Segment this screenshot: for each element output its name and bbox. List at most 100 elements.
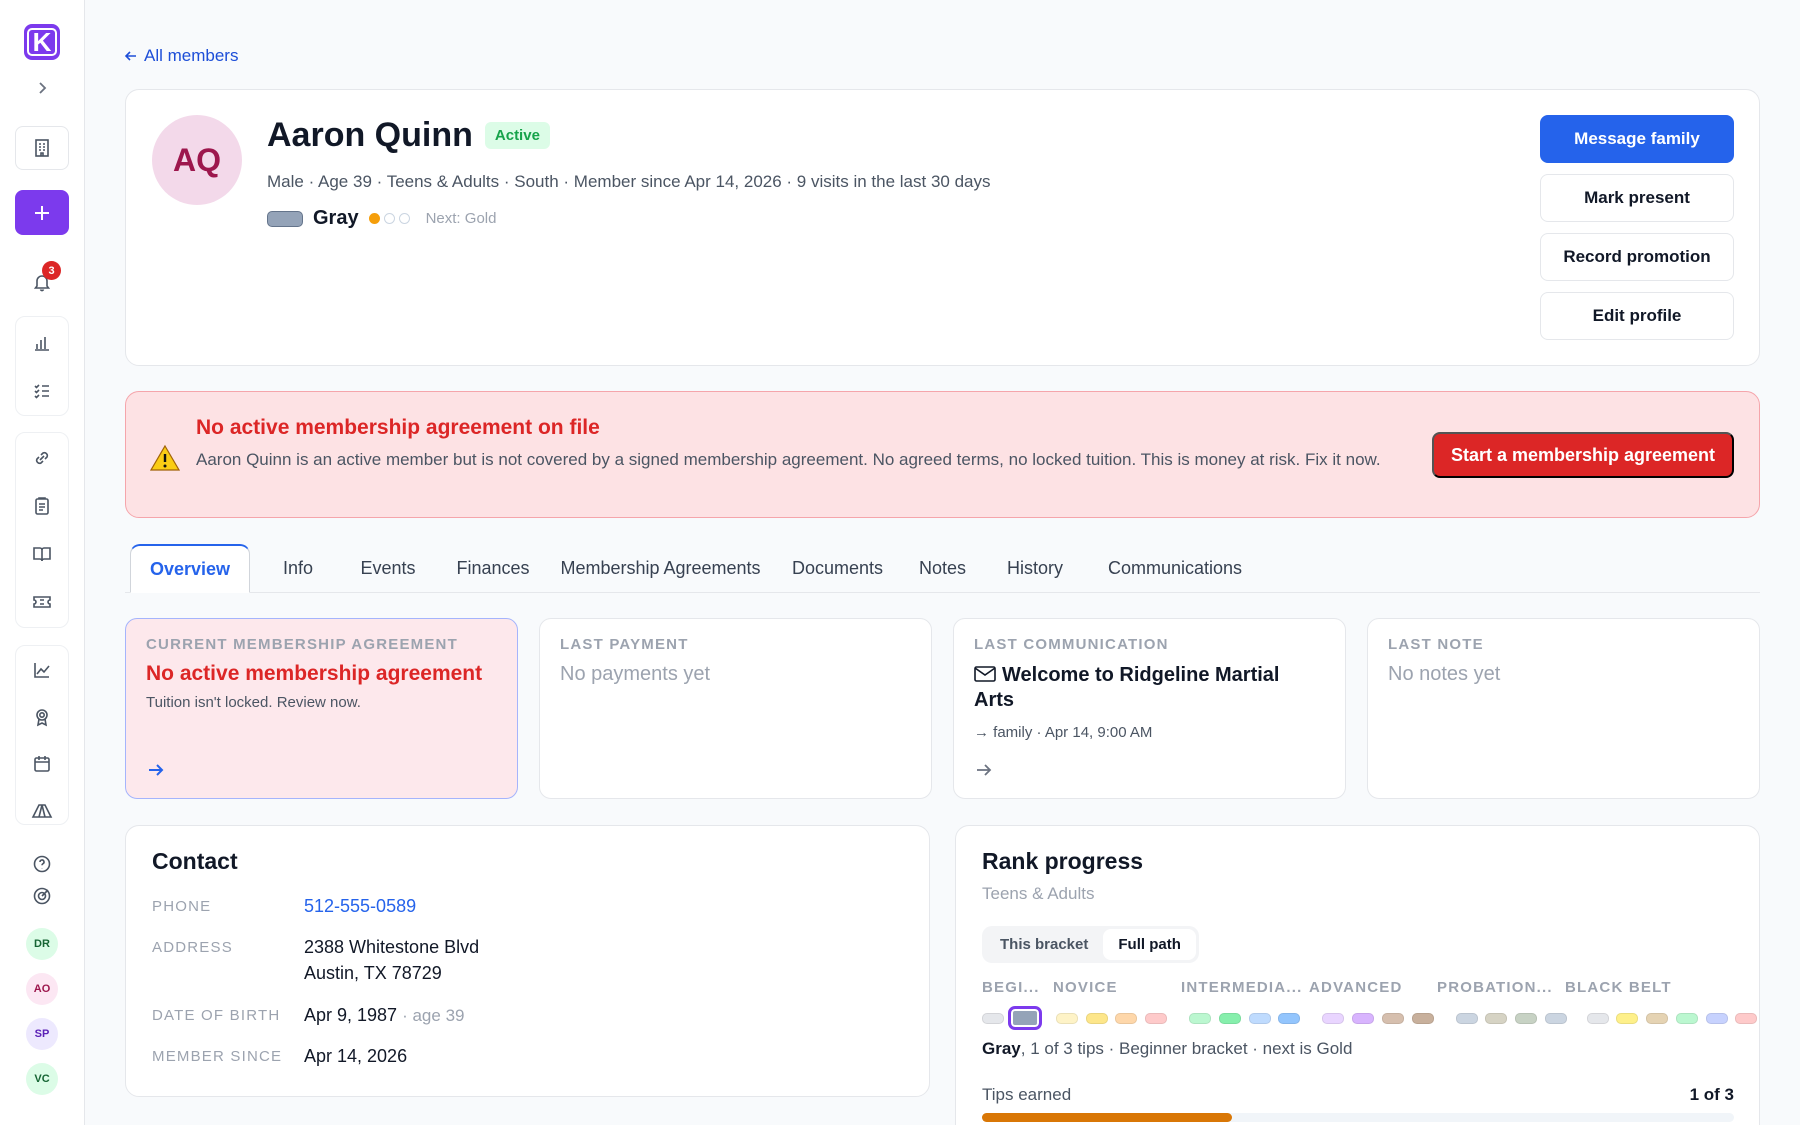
link-icon[interactable] (28, 444, 56, 472)
message-family-button[interactable]: Message family (1540, 115, 1734, 163)
record-promotion-button[interactable]: Record promotion (1540, 233, 1734, 281)
belt-pill[interactable] (1411, 1013, 1434, 1024)
tips-row: Tips earned 1 of 3 (982, 1085, 1734, 1105)
belt-pill[interactable] (1278, 1013, 1301, 1024)
edit-profile-button[interactable]: Edit profile (1540, 292, 1734, 340)
profile-tabs: Overview Info Events Finances Membership… (125, 544, 1760, 593)
belt-pill[interactable] (1145, 1013, 1168, 1024)
card-subtitle: Tuition isn't locked. Review now. (146, 694, 361, 711)
card-label: LAST PAYMENT (560, 636, 689, 653)
checklist-icon[interactable] (28, 377, 56, 405)
dob-label: DATE OF BIRTH (152, 1007, 281, 1024)
belt-pill[interactable] (982, 1013, 1004, 1024)
start-agreement-button[interactable]: Start a membership agreement (1432, 432, 1734, 478)
card-label: CURRENT MEMBERSHIP AGREEMENT (146, 636, 458, 653)
belt-pill[interactable] (1735, 1013, 1758, 1024)
user-avatar[interactable]: AO (26, 973, 58, 1005)
belt-swatch (267, 210, 303, 227)
communication-meta: → family · Apr 14, 9:00 AM (974, 724, 1153, 741)
target-icon[interactable] (28, 882, 56, 910)
belt-pill[interactable] (1322, 1013, 1345, 1024)
bell-icon[interactable]: 3 (28, 261, 61, 296)
stage-label: INTERMEDIA... (1181, 979, 1303, 996)
tips-value: 1 of 3 (1689, 1085, 1734, 1104)
toggle-full-path[interactable]: Full path (1103, 929, 1196, 960)
belt-pill[interactable] (1586, 1013, 1609, 1024)
book-icon[interactable] (28, 540, 56, 568)
tab-history[interactable]: History (985, 544, 1085, 593)
payment-summary-card[interactable]: LAST PAYMENT No payments yet (539, 618, 932, 799)
building-icon[interactable] (15, 126, 69, 170)
tab-membership-agreements[interactable]: Membership Agreements (548, 544, 773, 593)
rank-progress-card: Rank progress Teens & Adults This bracke… (955, 825, 1760, 1125)
belt-pill[interactable] (1544, 1013, 1567, 1024)
warning-icon (150, 444, 180, 471)
address-line-2: Austin, TX 78729 (304, 963, 442, 983)
trend-chart-icon[interactable] (28, 656, 56, 684)
member-name: Aaron Quinn (267, 116, 473, 154)
arrow-right-icon[interactable] (146, 760, 166, 780)
stage-label: BLACK BELT (1565, 979, 1672, 996)
belt-pill[interactable] (1352, 1013, 1375, 1024)
tent-icon[interactable] (28, 797, 56, 825)
mark-present-button[interactable]: Mark present (1540, 174, 1734, 222)
user-avatar[interactable]: VC (26, 1063, 58, 1095)
belt-pill[interactable] (1381, 1013, 1404, 1024)
communication-title: Welcome to Ridgeline Martial Arts (974, 663, 1314, 713)
app: K 3 DR AO SP VC All members AQ Aaron Qui… (0, 0, 1800, 1125)
card-label: LAST COMMUNICATION (974, 636, 1169, 653)
belt-pill[interactable] (1646, 1013, 1669, 1024)
tab-documents[interactable]: Documents (775, 544, 900, 593)
back-link[interactable]: All members (124, 46, 238, 66)
belt-pill[interactable] (1616, 1013, 1639, 1024)
belt-pill[interactable] (1705, 1013, 1728, 1024)
belt-pill[interactable] (1515, 1013, 1538, 1024)
status-badge: Active (484, 122, 550, 149)
toggle-this-bracket[interactable]: This bracket (985, 929, 1103, 960)
calendar-icon[interactable] (28, 750, 56, 778)
bar-chart-icon[interactable] (28, 329, 56, 357)
help-icon[interactable] (28, 850, 56, 878)
communication-summary-card[interactable]: LAST COMMUNICATION Welcome to Ridgeline … (953, 618, 1346, 799)
belt-pill[interactable] (1115, 1013, 1138, 1024)
app-logo[interactable]: K (24, 24, 60, 60)
belt-pill[interactable] (1055, 1013, 1078, 1024)
tab-notes[interactable]: Notes (900, 544, 985, 593)
rank-status-name: Gray (982, 1039, 1021, 1058)
belt-pill[interactable] (1248, 1013, 1271, 1024)
tab-info[interactable]: Info (258, 544, 338, 593)
note-summary-card[interactable]: LAST NOTE No notes yet (1367, 618, 1760, 799)
tips-progress-fill (982, 1113, 1233, 1122)
current-belt-pill[interactable] (1008, 1006, 1043, 1030)
tab-finances[interactable]: Finances (438, 544, 548, 593)
belt-pill[interactable] (1455, 1013, 1478, 1024)
arrow-right-icon[interactable] (974, 760, 994, 780)
stage-label: BEGI... (982, 979, 1040, 996)
belt-pill[interactable] (1485, 1013, 1508, 1024)
add-button[interactable] (15, 190, 69, 235)
contact-title: Contact (152, 848, 238, 874)
rank-status-text: , 1 of 3 tips · Beginner bracket · next … (1020, 1039, 1353, 1058)
tips-label: Tips earned (982, 1085, 1072, 1104)
tab-events[interactable]: Events (338, 544, 438, 593)
belt-pill[interactable] (1189, 1013, 1212, 1024)
belt-pill[interactable] (1218, 1013, 1241, 1024)
user-avatar[interactable]: SP (26, 1018, 58, 1050)
stripe-dots (368, 213, 410, 224)
rank-status: Gray, 1 of 3 tips · Beginner bracket · n… (982, 1039, 1352, 1059)
belt-pill[interactable] (1085, 1013, 1108, 1024)
clipboard-icon[interactable] (28, 492, 56, 520)
phone-link[interactable]: 512-555-0589 (304, 893, 804, 919)
user-avatar[interactable]: DR (26, 928, 58, 960)
alert-text: Aaron Quinn is an active member but is n… (196, 450, 1381, 469)
expand-sidebar-icon[interactable] (28, 76, 56, 100)
member-header: AQ Aaron Quinn Active Male · Age 39 · Te… (125, 89, 1760, 366)
sidebar: K 3 DR AO SP VC (0, 0, 85, 1125)
ticket-icon[interactable] (28, 588, 56, 616)
tab-communications[interactable]: Communications (1085, 544, 1265, 593)
stage-label: NOVICE (1053, 979, 1118, 996)
agreement-summary-card[interactable]: CURRENT MEMBERSHIP AGREEMENT No active m… (125, 618, 518, 799)
belt-pill[interactable] (1675, 1013, 1698, 1024)
tab-overview[interactable]: Overview (130, 544, 250, 593)
award-icon[interactable] (28, 703, 56, 731)
